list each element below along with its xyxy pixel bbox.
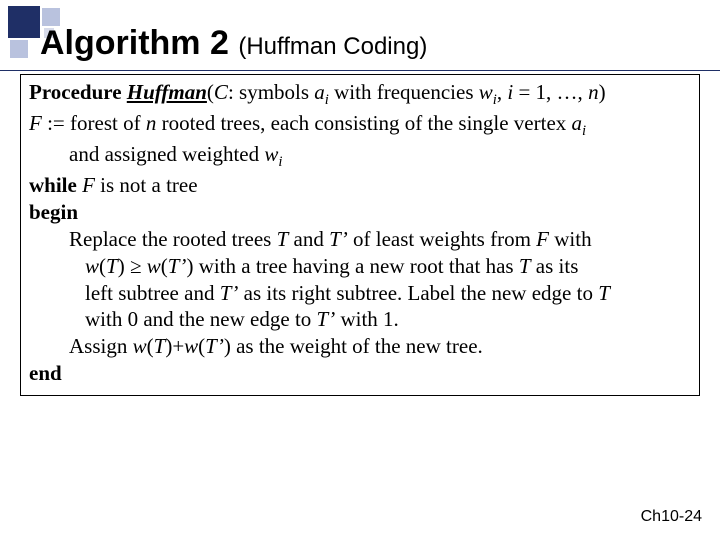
sym-Tp2: T’ [220,281,239,305]
proc-open: ( [207,80,214,104]
sym-F2: F [82,173,95,197]
slide-footer: Ch10-24 [641,508,702,526]
sym-Tp4: T’ [205,334,224,358]
slide-title: Algorithm 2 (Huffman Coding) [40,24,427,63]
txt-leftsub: left subtree and [85,281,220,305]
sym-T1: T [277,227,289,251]
kw-begin: begin [29,199,691,226]
txt-assigned: and assigned weighted [69,142,264,166]
kw-end: end [29,360,691,387]
procedure-line: Procedure Huffman(C: symbols ai with fre… [29,79,691,110]
sym-w4: w [184,334,198,358]
txt-with0: with 0 and the new edge to [85,307,317,331]
title-underline [0,70,720,71]
sym-C: C [214,80,228,104]
forest-line-1: F := forest of n rooted trees, each cons… [29,110,691,141]
sym-wTp-w: w [147,254,161,278]
sym-Tp1: T’ [329,227,348,251]
sym-F: F [29,111,42,135]
txt-with: with [549,227,592,251]
sym-plus: + [172,334,184,358]
sym-w2: w [264,142,278,166]
txt-notree: is not a tree [95,173,198,197]
sym-n: n [588,80,599,104]
txt-assign2: Assign [69,334,133,358]
txt-least: of least weights from [348,227,536,251]
body-line-1: Replace the rooted trees T and T’ of lea… [29,226,691,253]
txt-weightnew: as the weight of the new tree. [231,334,483,358]
txt-replace: Replace the rooted trees [69,227,277,251]
sym-o3: ( [147,334,154,358]
body-line-4: with 0 and the new edge to T’ with 1. [29,306,691,333]
sym-wT-T: T [106,254,118,278]
sym-wT-o: ( [99,254,106,278]
sub-i-4: i [278,154,282,170]
sym-n2: n [146,111,157,135]
slide: Algorithm 2 (Huffman Coding) Procedure H… [0,0,720,540]
txt-rightsub: as its right subtree. Label the new edge… [238,281,598,305]
txt-comma: , [497,80,508,104]
sub-i-3: i [582,123,586,139]
sym-w: w [479,80,493,104]
algorithm-box: Procedure Huffman(C: symbols ai with fre… [20,74,700,396]
txt-symbols: : symbols [228,80,314,104]
txt-irange: = 1, …, [513,80,588,104]
deco-square-large [8,6,40,38]
sym-a2: a [572,111,583,135]
txt-rooted: rooted trees, each consisting of the sin… [156,111,571,135]
sym-Tp3: T’ [317,307,336,331]
kw-procedure: Procedure [29,80,127,104]
body-line-5: Assign w(T)+w(T’) as the weight of the n… [29,333,691,360]
title-main: Algorithm 2 [40,24,238,62]
sym-wT-w: w [85,254,99,278]
sym-c4: ) [224,334,231,358]
txt-and: and [288,227,329,251]
body-line-3: left subtree and T’ as its right subtree… [29,280,691,307]
title-sub: (Huffman Coding) [238,33,427,60]
proc-close: ) [599,80,606,104]
sym-geq: ≥ [125,254,147,278]
body-line-2: w(T) ≥ w(T’) with a tree having a new ro… [29,253,691,280]
sym-a: a [314,80,325,104]
deco-square-medium-2 [10,40,28,58]
sym-T3: T [598,281,610,305]
forest-line-2: and assigned weighted wi [29,141,691,172]
txt-withfreq: with frequencies [329,80,479,104]
txt-asits: as its [531,254,579,278]
sym-T4: T [154,334,166,358]
txt-newroot: with a tree having a new root that has [193,254,518,278]
kw-while: while [29,173,82,197]
txt-assign: := forest of [42,111,146,135]
sym-wT-c: ) [118,254,125,278]
sym-wTp-Tp: T’ [168,254,187,278]
sym-w3: w [133,334,147,358]
sym-T2: T [519,254,531,278]
proc-name: Huffman [127,80,207,104]
sym-F3: F [536,227,549,251]
txt-with1: with 1. [335,307,399,331]
sym-wTp-o: ( [161,254,168,278]
while-line: while F is not a tree [29,172,691,199]
